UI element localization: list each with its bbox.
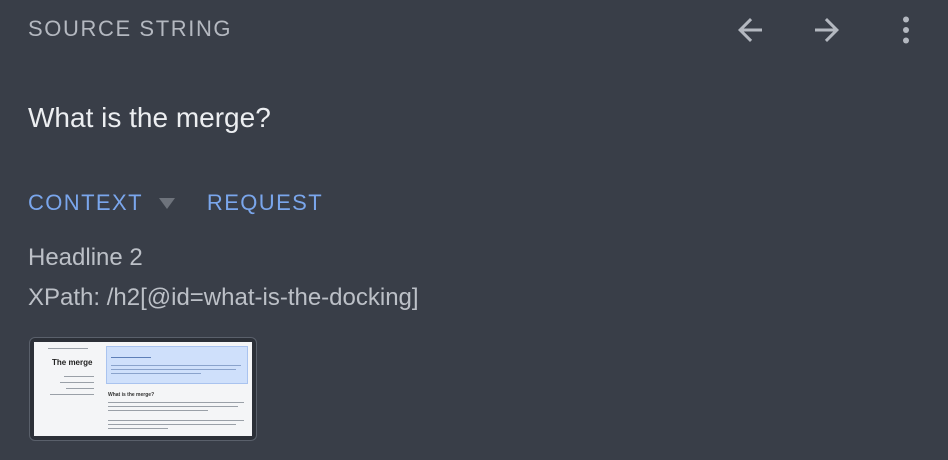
tab-request-label: REQUEST	[206, 190, 324, 215]
thumbnail-highlight	[106, 346, 248, 384]
context-xpath: XPath: /h2[@id=what-is-the-docking]	[28, 284, 419, 311]
thumbnail-image: The merge What is the merge?	[34, 342, 252, 436]
next-button[interactable]	[805, 8, 849, 52]
caret-down-icon	[158, 198, 175, 209]
tab-context[interactable]: CONTEXT	[28, 190, 177, 216]
panel-title: SOURCE STRING	[28, 16, 233, 41]
thumbnail-sidebar: The merge	[34, 342, 102, 436]
more-vert-icon	[903, 16, 909, 44]
more-options-button[interactable]	[884, 8, 928, 52]
arrow-right-icon	[815, 18, 839, 42]
context-screenshot-thumbnail[interactable]: The merge What is the merge?	[29, 337, 257, 441]
tab-context-label: CONTEXT	[28, 190, 143, 215]
thumbnail-subheading: What is the merge?	[108, 392, 155, 398]
arrow-left-icon	[738, 18, 762, 42]
tab-request[interactable]: REQUEST	[207, 190, 323, 216]
thumbnail-content: What is the merge?	[104, 342, 252, 436]
previous-button[interactable]	[728, 8, 772, 52]
context-tabs: CONTEXT REQUEST	[28, 190, 323, 216]
thumbnail-heading: The merge	[52, 358, 93, 367]
context-element-type: Headline 2	[28, 244, 143, 271]
source-string-text: What is the merge?	[28, 102, 271, 133]
